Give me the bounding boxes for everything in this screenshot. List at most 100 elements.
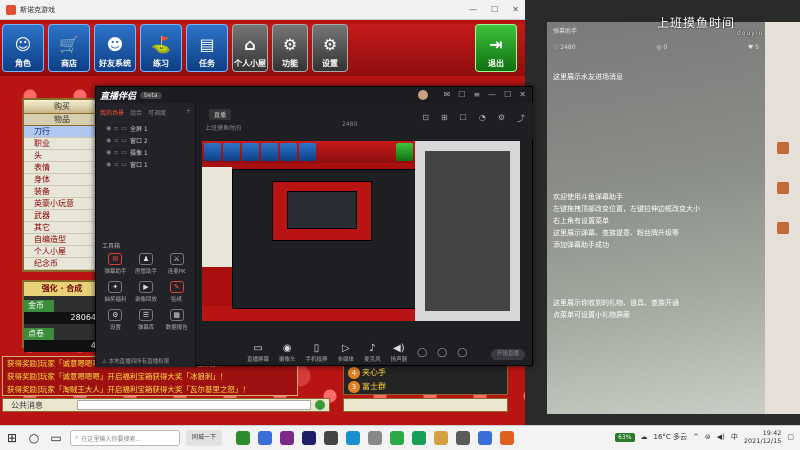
public-message-input[interactable] — [77, 400, 311, 410]
desktop-icon[interactable] — [769, 142, 797, 155]
taskbar-app-icon[interactable] — [500, 431, 515, 445]
taskbar-app-icon[interactable] — [258, 431, 273, 445]
lock-icon[interactable]: ⊡ — [422, 113, 429, 124]
skin-icon[interactable]: ☐ — [458, 90, 465, 100]
menu-button-6[interactable]: ⚙ 功能 — [272, 24, 308, 72]
category-item[interactable]: 表情 — [24, 162, 100, 174]
desktop-icon[interactable] — [769, 222, 797, 235]
taskbar-app-icon[interactable] — [280, 431, 295, 445]
send-icon[interactable] — [315, 400, 325, 410]
control-3[interactable]: ▷ 多媒体 — [338, 343, 355, 363]
category-item[interactable]: 纪念币 — [24, 258, 100, 270]
weather-text[interactable]: 16°C 多云 — [654, 432, 688, 442]
tool-6[interactable]: ⚙ 设置 — [100, 309, 131, 331]
task-view-icon[interactable]: ▭ — [48, 431, 64, 445]
tool-4[interactable]: ▶ 录像回放 — [131, 281, 162, 303]
category-item[interactable]: 英豪小玩意 — [24, 198, 100, 210]
mail-icon[interactable]: ✉ — [444, 90, 451, 100]
taskbar-app-icon[interactable] — [324, 431, 339, 445]
taskbar-app-icon[interactable] — [346, 431, 361, 445]
eye-icon[interactable]: ◉ — [106, 137, 111, 144]
scene-item[interactable]: ◉ ▫ ▭ 窗口 1 — [96, 158, 195, 170]
menu-button-0[interactable]: ☺ 角色 — [2, 24, 44, 72]
mask-icon[interactable]: ◯ — [437, 348, 447, 358]
category-item[interactable]: 刀行 — [24, 126, 100, 138]
taskbar-app-icon[interactable] — [390, 431, 405, 445]
taskbar-app-icon[interactable] — [478, 431, 493, 445]
lock-icon[interactable]: ▫ — [114, 161, 118, 168]
scene-item[interactable]: ◉ ▫ ▭ 全屏 1 — [96, 122, 195, 134]
category-item[interactable]: 其它 — [24, 222, 100, 234]
control-2[interactable]: ▯ 手机投屏 — [306, 343, 328, 363]
stream-preview[interactable] — [202, 141, 520, 321]
public-message-label[interactable]: 公共消息 — [3, 400, 73, 411]
add-scene-icon[interactable]: + — [186, 108, 191, 117]
tool-0[interactable]: ✉ 弹幕助手 — [100, 253, 131, 275]
strengthen-button[interactable]: 强化 · 合成 — [24, 282, 100, 296]
scene-item[interactable]: ◉ ▫ ▭ 摄像 1 — [96, 146, 195, 158]
clock[interactable]: 19:42 2021/12/15 — [744, 429, 781, 445]
tool-7[interactable]: ☰ 弹幕库 — [131, 309, 162, 331]
taskbar-app-icon[interactable] — [368, 431, 383, 445]
notification-icon[interactable]: ▢ — [787, 433, 794, 441]
taskbar-search-input[interactable]: ⌕ 在这里输入你要搜索... — [70, 430, 180, 446]
close-icon[interactable]: ✕ — [512, 5, 519, 14]
menu-button-8[interactable]: ⇥ 退出 — [475, 24, 517, 72]
taskbar-app-icon[interactable] — [302, 431, 317, 445]
control-0[interactable]: ▭ 直播屏幕 — [247, 343, 269, 363]
tool-3[interactable]: ✦ 抽奖福利 — [100, 281, 131, 303]
video-icon[interactable]: ◯ — [417, 348, 427, 358]
menu-button-2[interactable]: ☻ 好友系统 — [94, 24, 136, 72]
desktop-icon[interactable] — [769, 182, 797, 195]
category-item[interactable]: 个人小屋 — [24, 246, 100, 258]
menu-icon[interactable]: ≡ — [473, 90, 480, 100]
taskbar-app-icon[interactable] — [236, 431, 251, 445]
settings-icon[interactable]: ◯ — [457, 348, 467, 358]
category-item[interactable]: 头 — [24, 150, 100, 162]
scene-tab[interactable]: 我的场景 — [100, 108, 124, 117]
tray-chevron-icon[interactable]: ^ — [693, 433, 699, 441]
control-4[interactable]: ♪ 麦克风 — [364, 343, 381, 363]
menu-button-7[interactable]: ⚙ 设置 — [312, 24, 348, 72]
minimize-icon[interactable]: — — [469, 5, 477, 14]
start-live-button[interactable]: 开始直播 — [491, 349, 525, 360]
network-icon[interactable]: ⊜ — [705, 433, 711, 441]
volume-icon[interactable]: ◀) — [717, 433, 725, 441]
category-item[interactable]: 装备 — [24, 186, 100, 198]
tool-2[interactable]: ⚔ 连麦PK — [161, 253, 192, 275]
taskbar-search-button[interactable]: 同城一下 — [186, 430, 223, 446]
search-icon[interactable]: ○ — [26, 431, 42, 445]
ranking-input[interactable] — [343, 398, 508, 412]
scene-item[interactable]: ◉ ▫ ▭ 窗口 2 — [96, 134, 195, 146]
minimize-icon[interactable]: — — [488, 90, 496, 100]
ime-icon[interactable]: 中 — [731, 432, 738, 442]
taskbar-app-icon[interactable] — [412, 431, 427, 445]
taskbar-app-icon[interactable] — [434, 431, 449, 445]
settings-icon[interactable]: ⚙ — [498, 113, 505, 124]
chat-icon[interactable]: ☐ — [460, 113, 467, 124]
scene-tab[interactable]: 可调度 — [148, 108, 166, 117]
buy-tab[interactable]: 购买 — [24, 100, 100, 114]
maximize-icon[interactable]: ☐ — [491, 5, 498, 14]
menu-button-1[interactable]: 🛒 商店 — [48, 24, 90, 72]
bell-icon[interactable]: ◔ — [479, 113, 486, 124]
share-icon[interactable]: ⤴ — [517, 113, 525, 124]
category-item[interactable]: 身体 — [24, 174, 100, 186]
lock-icon[interactable]: ▫ — [114, 137, 118, 144]
menu-button-4[interactable]: ▤ 任务 — [186, 24, 228, 72]
lock-icon[interactable]: ▫ — [114, 149, 118, 156]
control-1[interactable]: ◉ 摄像头 — [279, 343, 296, 363]
eye-icon[interactable]: ◉ — [106, 125, 111, 132]
danmaku-assistant-panel[interactable]: 弹幕助手 ♡ 2480 ◎ 0 ♥ 5 这里展示水友进场消息 欢迎使用斗鱼弹幕助手 左键… — [547, 22, 765, 414]
menu-button-3[interactable]: ⛳ 练习 — [140, 24, 182, 72]
taskbar-app-icon[interactable] — [456, 431, 471, 445]
lock-icon[interactable]: ▫ — [114, 125, 118, 132]
eye-icon[interactable]: ◉ — [106, 149, 111, 156]
menu-button-5[interactable]: ⌂ 个人小屋 — [232, 24, 268, 72]
category-item[interactable]: 武器 — [24, 210, 100, 222]
avatar[interactable] — [417, 90, 428, 100]
category-item[interactable]: 自编造型 — [24, 234, 100, 246]
tool-1[interactable]: ♟ 房管助手 — [131, 253, 162, 275]
scene-tab[interactable]: 组合 — [130, 108, 142, 117]
tool-8[interactable]: ▦ 数据报告 — [161, 309, 192, 331]
